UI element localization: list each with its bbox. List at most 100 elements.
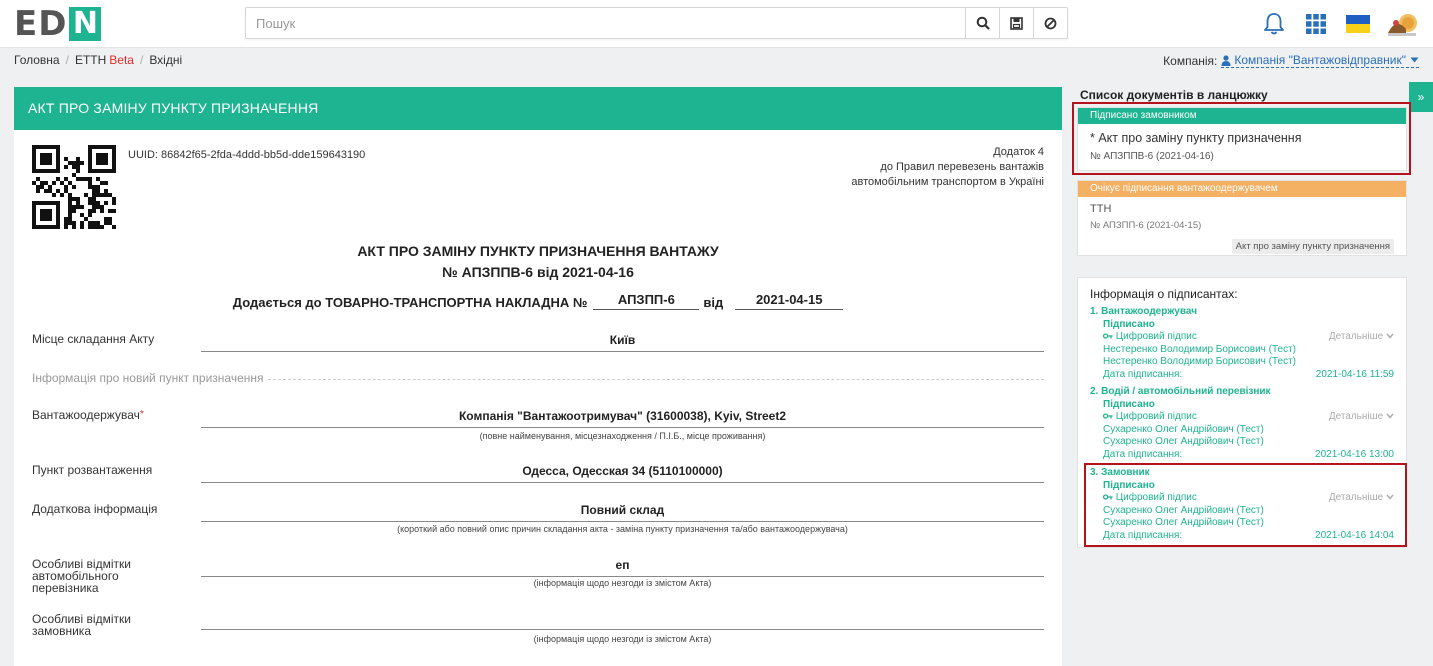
addendum-line: автомобільним транспортом в Україні [851,176,1044,188]
signer-status: Підписано [1103,398,1155,410]
breadcrumb-home[interactable]: Головна [14,53,60,67]
language-button[interactable] [1343,9,1373,39]
field-consignee: Вантажоодержувач* Компанія "Вантажоотрим… [32,409,1044,449]
attachment-prefix: Додається до ТОВАРНО-ТРАНСПОРТНА НАКЛАДН… [232,295,588,310]
collapse-panel-button[interactable]: » [1409,82,1433,112]
field-label: Особливі відмітки автомобільного перевіз… [32,557,131,595]
signer-role-line: 2. Водій / автомобільний перевізник [1090,386,1394,399]
document-uuid: UUID: 86842f65-2fda-4ddd-bb5d-dde1596431… [128,149,366,161]
search-button[interactable] [965,8,999,38]
attachment-date: 2021-04-15 [735,292,844,310]
company-value: Компанія "Вантажовідправник" [1234,53,1406,67]
chain-item-number: № АПЗПП-6 (2021-04-15) [1090,220,1202,231]
key-icon [1102,413,1113,419]
signers-panel: Інформація о підписантах: 1. Вантажоодер… [1077,277,1407,548]
sign-date-label: Дата підписання: [1103,529,1183,541]
details-label: Детальніше [1328,492,1384,503]
user-avatar-icon [1388,14,1417,36]
field-value: Компанія "Вантажоотримувач" (31600038), … [201,409,1044,428]
company-dropdown[interactable]: Компанія "Вантажовідправник" [1221,53,1419,68]
user-icon [1221,54,1231,66]
field-unload-point: Пункт розвантаження Одесса, Одесская 34 … [32,464,1044,494]
signature-type-line: Цифровий підпис Детальніше [1090,492,1394,505]
field-place: Місце складання Акту Київ [32,333,1044,363]
signature-type: Цифровий підпис [1115,492,1197,503]
sign-date-line: Дата підписання: 2021-04-16 14:04 [1090,530,1394,543]
chain-item-act[interactable]: Підписано замовником * Акт про заміну пу… [1077,107,1407,171]
field-value [201,613,1044,630]
clear-search-button[interactable] [1033,8,1067,38]
signers-title: Інформація о підписантах: [1090,287,1238,301]
details-toggle[interactable]: Детальніше [1329,492,1394,505]
field-value: Одесса, Одесская 34 (5110100000) [201,464,1044,483]
signature-type: Цифровий підпис [1115,331,1197,342]
breadcrumb-separator: / [65,53,69,67]
details-toggle[interactable]: Детальніше [1329,411,1394,424]
section-divider [267,378,1044,380]
document-title-line1: АКТ ПРО ЗАМІНУ ПУНКТУ ПРИЗНАЧЕННЯ ВАНТАЖ… [357,243,719,259]
edin-logo[interactable]: ED N [14,4,102,44]
section-new-destination: Інформація про новий пункт призначення [32,371,1044,385]
field-label: Пункт розвантаження [32,463,153,477]
document-title-line2: № АПЗППВ-6 від 2021-04-16 [442,264,634,280]
document-title: АКТ ПРО ЗАМІНУ ПУНКТУ ПРИЗНАЧЕННЯ ВАНТАЖ… [14,241,1062,283]
logo-text: ED [14,4,68,44]
breadcrumb-separator: / [139,53,144,67]
sign-date-label: Дата підписання: [1103,368,1183,380]
search-input[interactable] [246,8,965,38]
sign-date-value: 2021-04-16 14:04 [1315,529,1394,541]
chain-item-body: * Акт про заміну пункту призначення № АП… [1078,124,1406,162]
chain-item-name: * Акт про заміну пункту призначення [1090,131,1302,145]
signer-item: 2. Водій / автомобільний перевізник Підп… [1090,386,1394,461]
addendum-line: до Правил перевезень вантажів [880,161,1044,173]
field-value: Київ [201,333,1044,352]
field-label: Додаткова інформація [32,502,158,516]
chain-item-body: ТТН № АПЗПП-6 (2021-04-15) Акт про замін… [1078,197,1406,254]
signer-name: Нестеренко Володимир Борисович (Тест) [1103,356,1296,367]
details-toggle[interactable]: Детальніше [1329,331,1394,344]
field-label: Вантажоодержувач* [32,409,192,421]
signer-number: 1. [1090,306,1099,317]
related-doc-tag[interactable]: Акт про заміну пункту призначення [1231,239,1394,254]
logo-accent-letter: N [69,7,102,41]
signer-number: 2. [1090,386,1099,397]
field-hint: (інформація щодо незгоди із змістом Акта… [533,634,712,644]
chain-item-number: № АПЗППВ-6 (2021-04-16) [1090,151,1214,162]
breadcrumb-inbox[interactable]: Вхідні [149,53,182,67]
signature-type-line: Цифровий підпис Детальніше [1090,331,1394,344]
signature-type-line: Цифровий підпис Детальніше [1090,411,1394,424]
attachment-line: Додається до ТОВАРНО-ТРАНСПОРТНА НАКЛАДН… [14,292,1062,310]
required-marker: * [139,409,144,420]
top-right-controls [1247,9,1419,39]
search-bar [245,7,1068,39]
signer-name: Нестеренко Володимир Борисович (Тест) [1103,343,1296,355]
save-search-button[interactable] [999,8,1033,38]
signer-role-line: 3. Замовник [1090,467,1394,480]
field-hint: (короткий або повний опис причин складан… [397,524,848,534]
apps-grid-icon [1306,14,1326,34]
beta-badge: Beta [109,53,134,67]
attachment-number: АПЗПП-6 [593,292,700,310]
signer-number: 3. [1090,467,1099,478]
user-menu-button[interactable] [1385,9,1419,39]
chain-item-tag-row: Акт про заміну пункту призначення [1090,236,1394,254]
field-hint: (повне найменування, місцезнаходження / … [479,431,766,441]
status-badge: Очікує підписання вантажоодержувачем [1078,181,1406,197]
field-customer-marks: Особливі відмітки замовника (інформація … [32,613,1044,653]
field-value: Повний склад [201,503,1044,522]
signer-role-line: 1. Вантажоодержувач [1090,306,1394,319]
signer-role: Водій / автомобільний перевізник [1101,386,1271,397]
chain-item-name: ТТН [1090,203,1112,215]
signer-item: 1. Вантажоодержувач Підписано Цифровий п… [1090,306,1394,381]
breadcrumb-etth[interactable]: ЕТТН [75,53,106,67]
qr-code-icon [32,145,116,229]
apps-menu-button[interactable] [1301,9,1331,39]
search-icon [976,16,990,30]
chain-item-ttn[interactable]: Очікує підписання вантажоодержувачем ТТН… [1077,180,1407,256]
company-label: Компанія: [1163,53,1218,68]
details-label: Детальніше [1328,411,1384,422]
signer-status: Підписано [1103,318,1155,330]
field-label: Особливі відмітки замовника [32,612,131,638]
notifications-button[interactable] [1259,9,1289,39]
bell-icon [1264,13,1284,35]
